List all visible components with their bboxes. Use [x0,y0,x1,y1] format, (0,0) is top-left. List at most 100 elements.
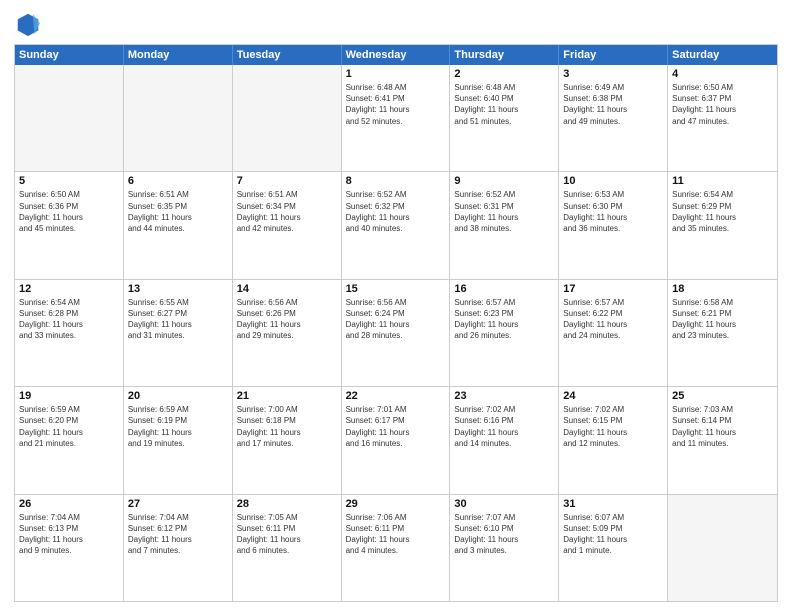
calendar-cell [124,65,233,171]
day-number: 19 [19,390,119,402]
day-number: 4 [672,68,773,80]
day-info: Sunrise: 6:50 AM Sunset: 6:37 PM Dayligh… [672,82,773,127]
calendar-cell: 6 Sunrise: 6:51 AM Sunset: 6:35 PM Daylig… [124,172,233,278]
calendar-cell [233,65,342,171]
day-info: Sunrise: 6:48 AM Sunset: 6:40 PM Dayligh… [454,82,554,127]
calendar-cell: 16Sunrise: 6:57 AM Sunset: 6:23 PM Dayli… [450,280,559,386]
day-number: 12 [19,283,119,295]
weekday-header-friday: Friday [559,45,668,65]
calendar-cell: 28 Sunrise: 7:05 AM Sunset: 6:11 PM Dayli… [233,495,342,601]
calendar-cell [668,495,777,601]
day-info: Sunrise: 6:52 AM Sunset: 6:31 PM Dayligh… [454,189,554,234]
calendar-cell: 13Sunrise: 6:55 AM Sunset: 6:27 PM Dayli… [124,280,233,386]
day-number: 11 [672,175,773,187]
day-number: 18 [672,283,773,295]
calendar-row-1: 1 Sunrise: 6:48 AM Sunset: 6:41 PM Daylig… [15,65,777,172]
day-number: 6 [128,175,228,187]
calendar-cell: 22 Sunrise: 7:01 AM Sunset: 6:17 PM Dayli… [342,387,451,493]
calendar-cell: 17 Sunrise: 6:57 AM Sunset: 6:22 PM Dayli… [559,280,668,386]
day-info: Sunrise: 6:49 AM Sunset: 6:38 PM Dayligh… [563,82,663,127]
day-number: 5 [19,175,119,187]
day-number: 22 [346,390,446,402]
weekday-header-sunday: Sunday [15,45,124,65]
calendar: SundayMondayTuesdayWednesdayThursdayFrid… [14,44,778,602]
calendar-row-4: 19 Sunrise: 6:59 AM Sunset: 6:20 PM Dayli… [15,387,777,494]
weekday-header-saturday: Saturday [668,45,777,65]
weekday-header-thursday: Thursday [450,45,559,65]
calendar-cell: 12 Sunrise: 6:54 AM Sunset: 6:28 PM Dayli… [15,280,124,386]
day-number: 15 [346,283,446,295]
day-number: 21 [237,390,337,402]
day-number: 7 [237,175,337,187]
day-number: 20 [128,390,228,402]
day-number: 3 [563,68,663,80]
day-number: 1 [346,68,446,80]
logo-icon [14,10,42,38]
day-info: Sunrise: 7:05 AM Sunset: 6:11 PM Dayligh… [237,512,337,557]
day-number: 9 [454,175,554,187]
day-number: 28 [237,498,337,510]
calendar-cell: 5Sunrise: 6:50 AM Sunset: 6:36 PM Daylig… [15,172,124,278]
day-info: Sunrise: 6:57 AM Sunset: 6:23 PM Dayligh… [454,297,554,342]
calendar-cell: 10 Sunrise: 6:53 AM Sunset: 6:30 PM Dayli… [559,172,668,278]
calendar-row-5: 26Sunrise: 7:04 AM Sunset: 6:13 PM Dayli… [15,495,777,601]
day-info: Sunrise: 6:54 AM Sunset: 6:28 PM Dayligh… [19,297,119,342]
day-info: Sunrise: 6:57 AM Sunset: 6:22 PM Dayligh… [563,297,663,342]
day-info: Sunrise: 6:56 AM Sunset: 6:24 PM Dayligh… [346,297,446,342]
calendar-cell [15,65,124,171]
day-info: Sunrise: 6:51 AM Sunset: 6:34 PM Dayligh… [237,189,337,234]
day-info: Sunrise: 7:06 AM Sunset: 6:11 PM Dayligh… [346,512,446,557]
day-number: 29 [346,498,446,510]
day-info: Sunrise: 7:00 AM Sunset: 6:18 PM Dayligh… [237,404,337,449]
calendar-cell: 27 Sunrise: 7:04 AM Sunset: 6:12 PM Dayli… [124,495,233,601]
calendar-cell: 7 Sunrise: 6:51 AM Sunset: 6:34 PM Daylig… [233,172,342,278]
day-info: Sunrise: 7:04 AM Sunset: 6:13 PM Dayligh… [19,512,119,557]
page: SundayMondayTuesdayWednesdayThursdayFrid… [0,0,792,612]
day-info: Sunrise: 7:04 AM Sunset: 6:12 PM Dayligh… [128,512,228,557]
calendar-cell: 14 Sunrise: 6:56 AM Sunset: 6:26 PM Dayli… [233,280,342,386]
calendar-cell: 15 Sunrise: 6:56 AM Sunset: 6:24 PM Dayli… [342,280,451,386]
day-info: Sunrise: 6:51 AM Sunset: 6:35 PM Dayligh… [128,189,228,234]
day-info: Sunrise: 6:07 AM Sunset: 5:09 PM Dayligh… [563,512,663,557]
day-info: Sunrise: 6:59 AM Sunset: 6:20 PM Dayligh… [19,404,119,449]
calendar-cell: 8Sunrise: 6:52 AM Sunset: 6:32 PM Daylig… [342,172,451,278]
day-info: Sunrise: 6:58 AM Sunset: 6:21 PM Dayligh… [672,297,773,342]
day-number: 23 [454,390,554,402]
calendar-cell: 24Sunrise: 7:02 AM Sunset: 6:15 PM Dayli… [559,387,668,493]
day-info: Sunrise: 6:59 AM Sunset: 6:19 PM Dayligh… [128,404,228,449]
calendar-cell: 25Sunrise: 7:03 AM Sunset: 6:14 PM Dayli… [668,387,777,493]
day-number: 30 [454,498,554,510]
weekday-header-tuesday: Tuesday [233,45,342,65]
calendar-cell: 30Sunrise: 7:07 AM Sunset: 6:10 PM Dayli… [450,495,559,601]
calendar-cell: 4 Sunrise: 6:50 AM Sunset: 6:37 PM Daylig… [668,65,777,171]
calendar-cell: 21 Sunrise: 7:00 AM Sunset: 6:18 PM Dayli… [233,387,342,493]
day-number: 31 [563,498,663,510]
header [14,10,778,38]
weekday-header-wednesday: Wednesday [342,45,451,65]
day-info: Sunrise: 7:01 AM Sunset: 6:17 PM Dayligh… [346,404,446,449]
calendar-cell: 11 Sunrise: 6:54 AM Sunset: 6:29 PM Dayli… [668,172,777,278]
calendar-cell: 29 Sunrise: 7:06 AM Sunset: 6:11 PM Dayli… [342,495,451,601]
day-info: Sunrise: 7:02 AM Sunset: 6:16 PM Dayligh… [454,404,554,449]
calendar-cell: 20 Sunrise: 6:59 AM Sunset: 6:19 PM Dayli… [124,387,233,493]
weekday-header-monday: Monday [124,45,233,65]
calendar-row-3: 12 Sunrise: 6:54 AM Sunset: 6:28 PM Dayli… [15,280,777,387]
day-info: Sunrise: 6:48 AM Sunset: 6:41 PM Dayligh… [346,82,446,127]
calendar-cell: 23 Sunrise: 7:02 AM Sunset: 6:16 PM Dayli… [450,387,559,493]
day-number: 17 [563,283,663,295]
day-info: Sunrise: 6:54 AM Sunset: 6:29 PM Dayligh… [672,189,773,234]
calendar-row-2: 5Sunrise: 6:50 AM Sunset: 6:36 PM Daylig… [15,172,777,279]
calendar-cell: 1 Sunrise: 6:48 AM Sunset: 6:41 PM Daylig… [342,65,451,171]
day-info: Sunrise: 6:53 AM Sunset: 6:30 PM Dayligh… [563,189,663,234]
calendar-cell: 26Sunrise: 7:04 AM Sunset: 6:13 PM Dayli… [15,495,124,601]
day-number: 10 [563,175,663,187]
day-number: 27 [128,498,228,510]
day-number: 13 [128,283,228,295]
day-info: Sunrise: 6:56 AM Sunset: 6:26 PM Dayligh… [237,297,337,342]
calendar-cell: 3 Sunrise: 6:49 AM Sunset: 6:38 PM Daylig… [559,65,668,171]
calendar-cell: 19 Sunrise: 6:59 AM Sunset: 6:20 PM Dayli… [15,387,124,493]
calendar-cell: 9 Sunrise: 6:52 AM Sunset: 6:31 PM Daylig… [450,172,559,278]
calendar-cell: 31 Sunrise: 6:07 AM Sunset: 5:09 PM Dayli… [559,495,668,601]
calendar-header: SundayMondayTuesdayWednesdayThursdayFrid… [15,45,777,65]
day-number: 14 [237,283,337,295]
